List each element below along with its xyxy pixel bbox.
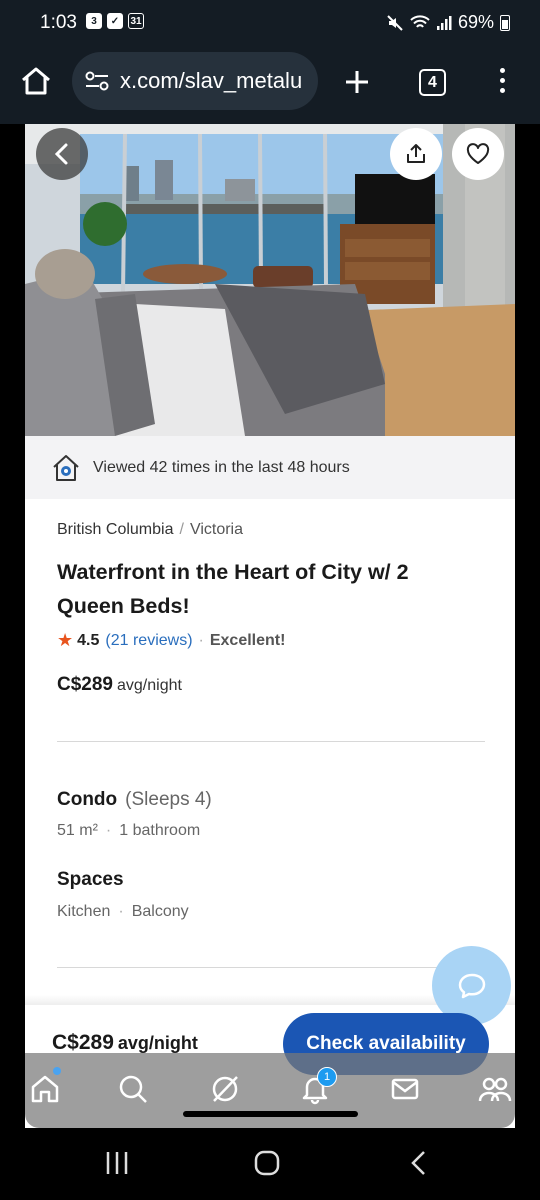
phone-screen: 1:03 3 ✓ 31 69% x.com/slav_metalu 4 View…: [0, 0, 540, 1200]
price: C$289: [57, 674, 113, 695]
calendar-notif-icon: 3: [86, 13, 102, 29]
property-area: 51 m²: [57, 822, 98, 839]
house-eye-icon: [53, 454, 79, 481]
site-settings-icon[interactable]: [84, 71, 110, 91]
browser-toolbar: x.com/slav_metalu 4: [0, 48, 540, 124]
nav-grok[interactable]: [205, 1069, 245, 1109]
home-button-icon[interactable]: [254, 1150, 280, 1176]
home-icon: [31, 1075, 59, 1103]
share-button[interactable]: [390, 128, 442, 180]
favorite-button[interactable]: [452, 128, 504, 180]
rating-label: Excellent!: [209, 631, 286, 649]
reviews-link[interactable]: (21 reviews): [105, 632, 192, 650]
chat-bubble-icon: [458, 973, 485, 998]
status-bar: 1:03 3 ✓ 31 69%: [0, 0, 540, 48]
footer-price-unit: avg/night: [117, 1033, 198, 1053]
check-notif-icon: ✓: [107, 13, 123, 29]
date-notif-icon: 31: [128, 13, 144, 29]
nav-home[interactable]: [25, 1069, 65, 1109]
home-icon[interactable]: [20, 66, 52, 96]
property-type-row: Condo (Sleeps 4): [57, 789, 212, 811]
system-nav-bar: [0, 1128, 540, 1200]
mute-icon: [387, 14, 403, 31]
signal-icon: [436, 15, 452, 30]
status-time: 1:03: [40, 12, 77, 33]
status-notifications: 3 ✓ 31: [86, 13, 144, 29]
back-nav-icon[interactable]: [408, 1150, 430, 1176]
nav-communities[interactable]: [475, 1069, 515, 1109]
property-type: Condo: [57, 789, 118, 810]
divider: [57, 967, 485, 968]
grok-icon: [212, 1076, 238, 1102]
menu-icon[interactable]: [500, 68, 505, 93]
listing-photo[interactable]: [25, 124, 515, 436]
notification-badge: 1: [317, 1067, 337, 1087]
breadcrumb-separator: /: [179, 521, 184, 538]
divider: [57, 741, 485, 742]
rating-row: ★ 4.5 (21 reviews) · Excellent!: [57, 630, 285, 651]
new-tab-icon[interactable]: [343, 68, 371, 96]
battery-percent: 69%: [457, 12, 494, 32]
spaces-list: Kitchen · Balcony: [57, 903, 189, 920]
footer-price-value: C$289: [52, 1031, 114, 1054]
nav-home-dot: [53, 1067, 61, 1075]
breadcrumb-city[interactable]: Victoria: [190, 521, 243, 538]
rating-score: 4.5: [77, 631, 100, 649]
communities-icon: [478, 1077, 512, 1102]
star-icon: ★: [57, 630, 74, 650]
back-button[interactable]: [36, 128, 88, 180]
mail-icon: [391, 1078, 419, 1100]
views-text: Viewed 42 times in the last 48 hours: [93, 458, 350, 476]
heart-icon: [466, 143, 490, 164]
status-right: 69%: [386, 12, 510, 33]
listing-title: Waterfront in the Heart of City w/ 2 Que…: [57, 560, 409, 618]
footer-price: C$289 avg/night: [52, 1031, 198, 1055]
bedroom-photo: [25, 124, 515, 436]
space-item: Kitchen: [57, 903, 111, 920]
property-bathrooms: 1 bathroom: [119, 822, 201, 839]
url-text: x.com/slav_metalu: [120, 68, 303, 93]
share-icon: [407, 144, 425, 163]
views-banner: Viewed 42 times in the last 48 hours: [25, 436, 515, 499]
battery-icon: [500, 14, 510, 31]
property-meta: 51 m² · 1 bathroom: [57, 822, 201, 839]
spaces-heading: Spaces: [57, 869, 124, 890]
wifi-icon: [410, 14, 430, 28]
price-unit: avg/night: [117, 677, 182, 694]
home-indicator-bar[interactable]: [183, 1111, 358, 1117]
nav-messages[interactable]: [385, 1069, 425, 1109]
breadcrumb: British Columbia / Victoria: [57, 521, 243, 539]
search-icon: [119, 1075, 147, 1103]
sleeps-count: (Sleeps 4): [125, 789, 212, 810]
nav-search[interactable]: [113, 1069, 153, 1109]
recents-icon[interactable]: [104, 1150, 130, 1176]
breadcrumb-province[interactable]: British Columbia: [57, 521, 173, 538]
address-bar[interactable]: x.com/slav_metalu: [72, 52, 318, 110]
chevron-left-icon: [54, 143, 68, 165]
tab-switcher-button[interactable]: 4: [419, 69, 446, 96]
space-item: Balcony: [131, 903, 189, 920]
price-row: C$289 avg/night: [57, 674, 182, 696]
separator-dot: ·: [198, 631, 204, 649]
